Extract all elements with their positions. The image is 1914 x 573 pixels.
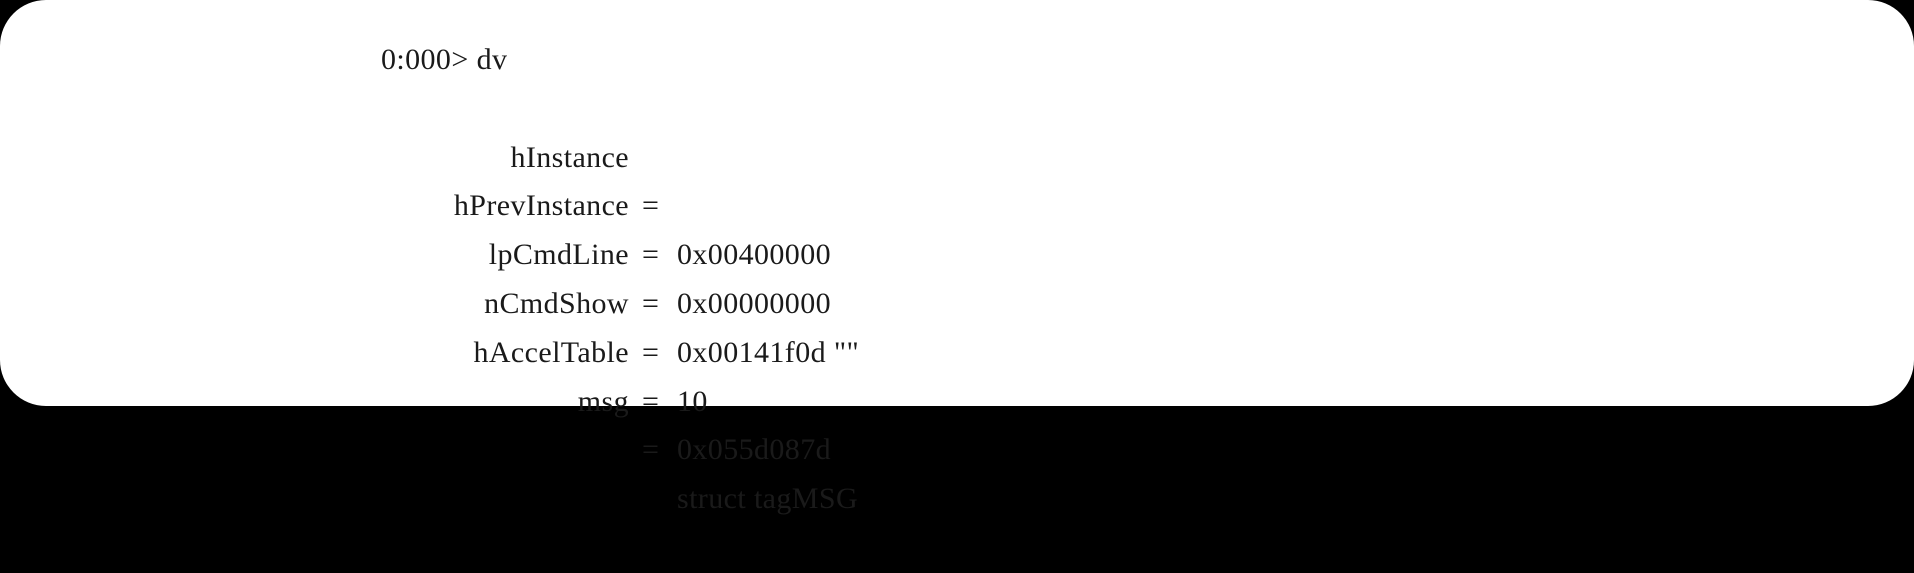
output-panel: 0:000> dv hInstance = 0x00400000 hPrevIn… — [0, 0, 1914, 516]
command-line: 0:000> dv — [381, 36, 1881, 85]
equals-sign: = — [642, 384, 660, 418]
variable-row: hPrevInstance = 0x00000000 — [381, 134, 1881, 320]
variable-row: msg = struct tagMSG — [381, 329, 1881, 516]
variable-row: hAccelTable = 0x055d087d — [381, 280, 1881, 467]
variable-name: msg — [577, 384, 629, 418]
variable-row: lpCmdLine = 0x00141f0d "" — [381, 182, 1881, 369]
variable-value: struct tagMSG — [677, 482, 859, 516]
command-text: dv — [476, 43, 508, 76]
equals-sign: = — [642, 433, 660, 467]
variable-row: hInstance = 0x00400000 — [381, 85, 1881, 272]
debugger-console: 0:000> dv hInstance = 0x00400000 hPrevIn… — [381, 36, 1881, 516]
variable-value: 10 — [677, 384, 708, 418]
variable-row: nCmdShow = 10 — [381, 231, 1881, 418]
command-prompt: 0:000> — [381, 43, 469, 76]
variable-value: 0x055d087d — [677, 433, 831, 467]
